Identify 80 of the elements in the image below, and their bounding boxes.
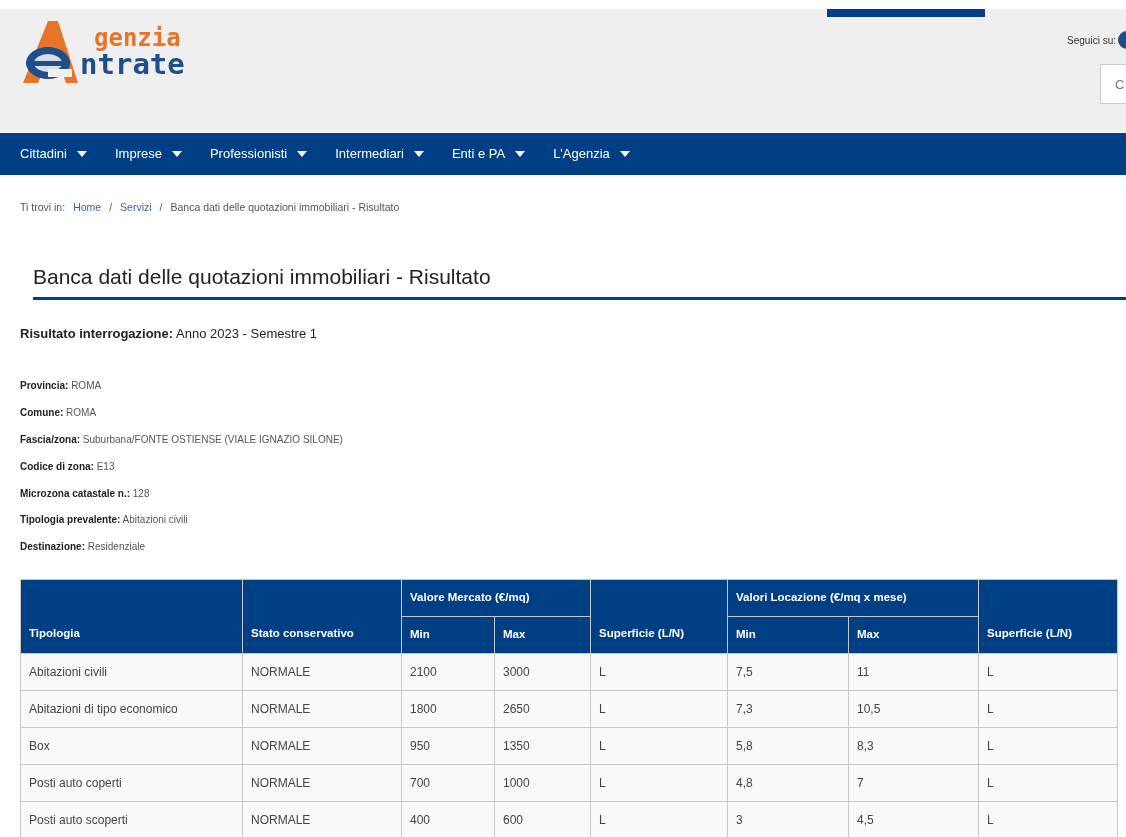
detail-line: Destinazione: Residenziale xyxy=(20,540,147,555)
table-cell: L xyxy=(978,653,1118,691)
table-cell: NORMALE xyxy=(242,690,402,728)
breadcrumb-link[interactable]: Servizi xyxy=(120,200,152,216)
table-cell: NORMALE xyxy=(242,764,402,802)
table-cell: 7,3 xyxy=(727,690,849,728)
table-cell: L xyxy=(978,764,1118,802)
detail-line: Tipologia prevalente: Abitazioni civili xyxy=(20,513,189,528)
table-cell: 600 xyxy=(494,801,591,837)
nav-menu-item[interactable]: Intermediari xyxy=(335,144,424,164)
column-header: Max xyxy=(848,616,979,654)
breadcrumb-label: Ti trovi in: xyxy=(20,200,66,215)
table-cell: L xyxy=(978,801,1118,837)
caret-icon xyxy=(171,151,182,157)
breadcrumb-current: Banca dati delle quotazioni immobiliari - Risultato xyxy=(170,200,400,215)
detail-line: Comune: ROMA xyxy=(20,406,98,421)
caret-icon xyxy=(297,151,308,157)
breadcrumb-separator: / xyxy=(109,200,113,215)
table-cell: 3000 xyxy=(494,653,591,691)
table-cell: L xyxy=(590,727,728,765)
result-heading: Risultato interrogazione: Anno 2023 - Semestre 1 xyxy=(20,324,318,343)
table-cell: Posti auto coperti xyxy=(20,764,243,802)
table-cell: 2650 xyxy=(494,690,591,728)
table-cell: Posti auto scoperti xyxy=(20,801,243,837)
table-cell: L xyxy=(590,690,728,728)
table-cell: 7 xyxy=(848,764,979,802)
caret-icon xyxy=(619,151,630,157)
table-cell: NORMALE xyxy=(242,653,402,691)
nav-menu-item[interactable]: Imprese xyxy=(114,144,182,164)
table-cell: 1800 xyxy=(401,690,495,728)
column-header: Valore Mercato (€/mq) xyxy=(401,579,591,617)
table-cell: 950 xyxy=(401,727,495,765)
table-cell: 4,5 xyxy=(848,801,979,837)
detail-line: Provincia: ROMA xyxy=(20,379,103,394)
detail-line: Fascia/zona: Suburbana/FONTE OSTIENSE (VIALE IGNAZIO SILONE) xyxy=(20,433,344,448)
column-header: Stato conservativo xyxy=(242,579,402,654)
column-header: Min xyxy=(401,616,495,654)
column-header: Max xyxy=(494,616,591,654)
table-cell: L xyxy=(590,764,728,802)
table-cell: 4,8 xyxy=(727,764,849,802)
table-cell: Abitazioni civili xyxy=(20,653,243,691)
table-cell: L xyxy=(978,690,1118,728)
table-cell: NORMALE xyxy=(242,727,402,765)
table-cell: 10,5 xyxy=(848,690,979,728)
breadcrumb-separator: / xyxy=(159,200,163,215)
page-title: Banca dati delle quotazioni immobiliari - Risultato xyxy=(33,263,1126,300)
column-header: Valori Locazione (€/mq x mese) xyxy=(727,579,979,617)
table-cell: L xyxy=(590,653,728,691)
search-field[interactable]: C xyxy=(1100,64,1126,104)
table-cell: 5,8 xyxy=(727,727,849,765)
table-cell: 3 xyxy=(727,801,849,837)
column-header: Min xyxy=(727,616,849,654)
nav-menu-item[interactable]: Enti e PA xyxy=(451,144,526,164)
table-cell: Box xyxy=(20,727,243,765)
caret-icon xyxy=(515,151,526,157)
table-cell: 400 xyxy=(401,801,495,837)
detail-line: Codice di zona: E13 xyxy=(20,459,116,474)
table-cell: NORMALE xyxy=(242,801,402,837)
table-cell: L xyxy=(590,801,728,837)
column-header: Tipologia xyxy=(20,579,243,654)
nav-menu-item[interactable]: Cittadini xyxy=(20,144,87,164)
table-cell: 8,3 xyxy=(848,727,979,765)
table-cell: 11 xyxy=(848,653,979,691)
caret-icon xyxy=(413,151,424,157)
table-cell: 700 xyxy=(401,764,495,802)
nav-menu-item[interactable]: L'Agenzia xyxy=(553,144,630,164)
detail-line: Microzona catastale n.: 128 xyxy=(20,486,151,501)
logo-text: genzia xyxy=(94,25,182,50)
table-cell: L xyxy=(978,727,1118,765)
table-cell: Abitazioni di tipo economico xyxy=(20,690,243,728)
column-header: Superficie (L/N) xyxy=(978,579,1118,654)
breadcrumb-link[interactable]: Home xyxy=(73,200,102,216)
table-cell: 1350 xyxy=(494,727,591,765)
table-cell: 1000 xyxy=(494,764,591,802)
nav-menu-item[interactable]: Professionisti xyxy=(209,144,308,164)
column-header: Superficie (L/N) xyxy=(590,579,728,654)
follow-label: Seguici su: xyxy=(1067,34,1116,48)
table-cell: 7,5 xyxy=(727,653,849,691)
table-cell: 2100 xyxy=(401,653,495,691)
caret-icon xyxy=(76,151,87,157)
